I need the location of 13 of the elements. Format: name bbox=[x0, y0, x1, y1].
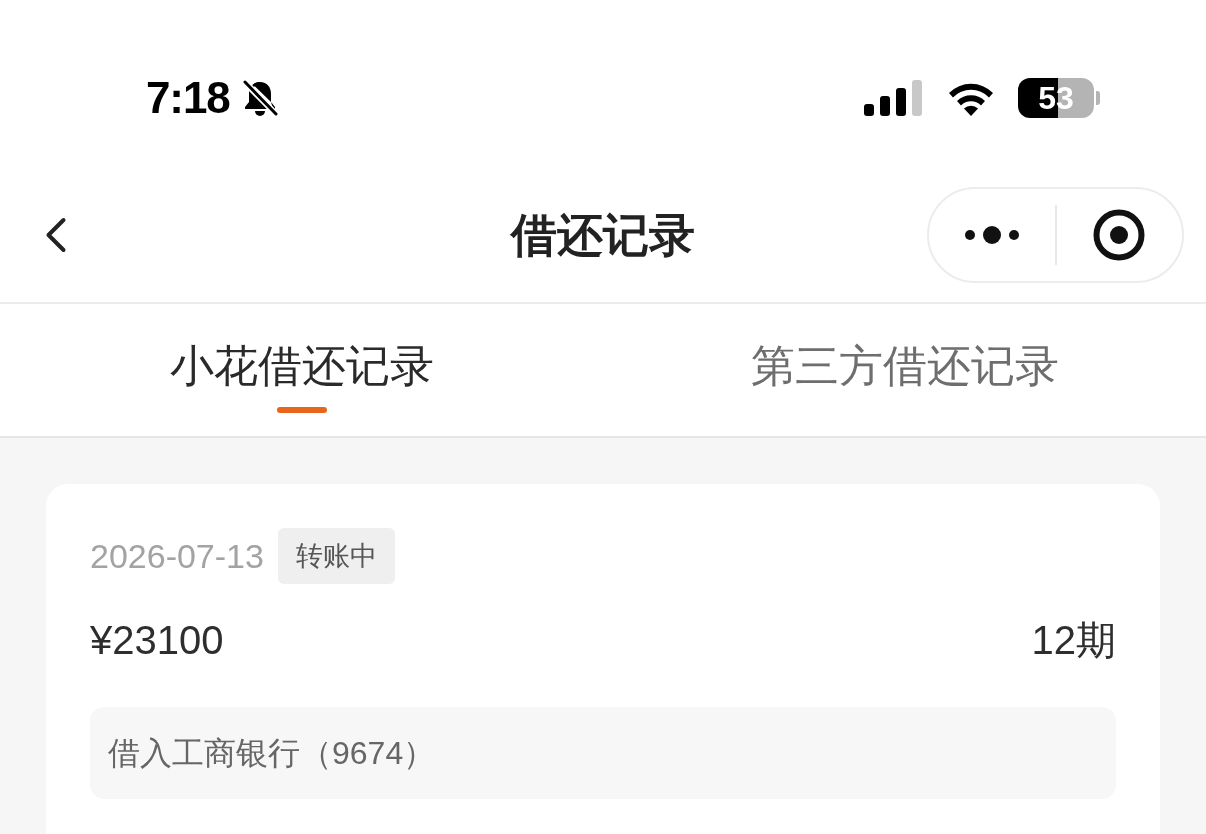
record-card[interactable]: 2026-07-13 转账中 ¥23100 12期 借入工商银行（9674） bbox=[46, 484, 1160, 834]
more-icon[interactable] bbox=[963, 225, 1020, 245]
loan-term: 12期 bbox=[1031, 617, 1116, 664]
tab[interactable]: 小花借还记录 bbox=[169, 327, 434, 413]
record-date: 2026-07-13 bbox=[90, 539, 264, 573]
status-time: 7:18 bbox=[146, 76, 230, 120]
circle-dot-icon[interactable] bbox=[1093, 209, 1146, 261]
page-title: 借还记录 bbox=[511, 212, 695, 258]
loan-amount: ¥23100 bbox=[90, 617, 224, 664]
status-tag: 转账中 bbox=[277, 528, 395, 584]
tab[interactable]: 第三方借还记录 bbox=[750, 327, 1059, 413]
account-info: 借入工商银行（9674） bbox=[90, 707, 1116, 799]
signal-icon bbox=[864, 80, 922, 116]
